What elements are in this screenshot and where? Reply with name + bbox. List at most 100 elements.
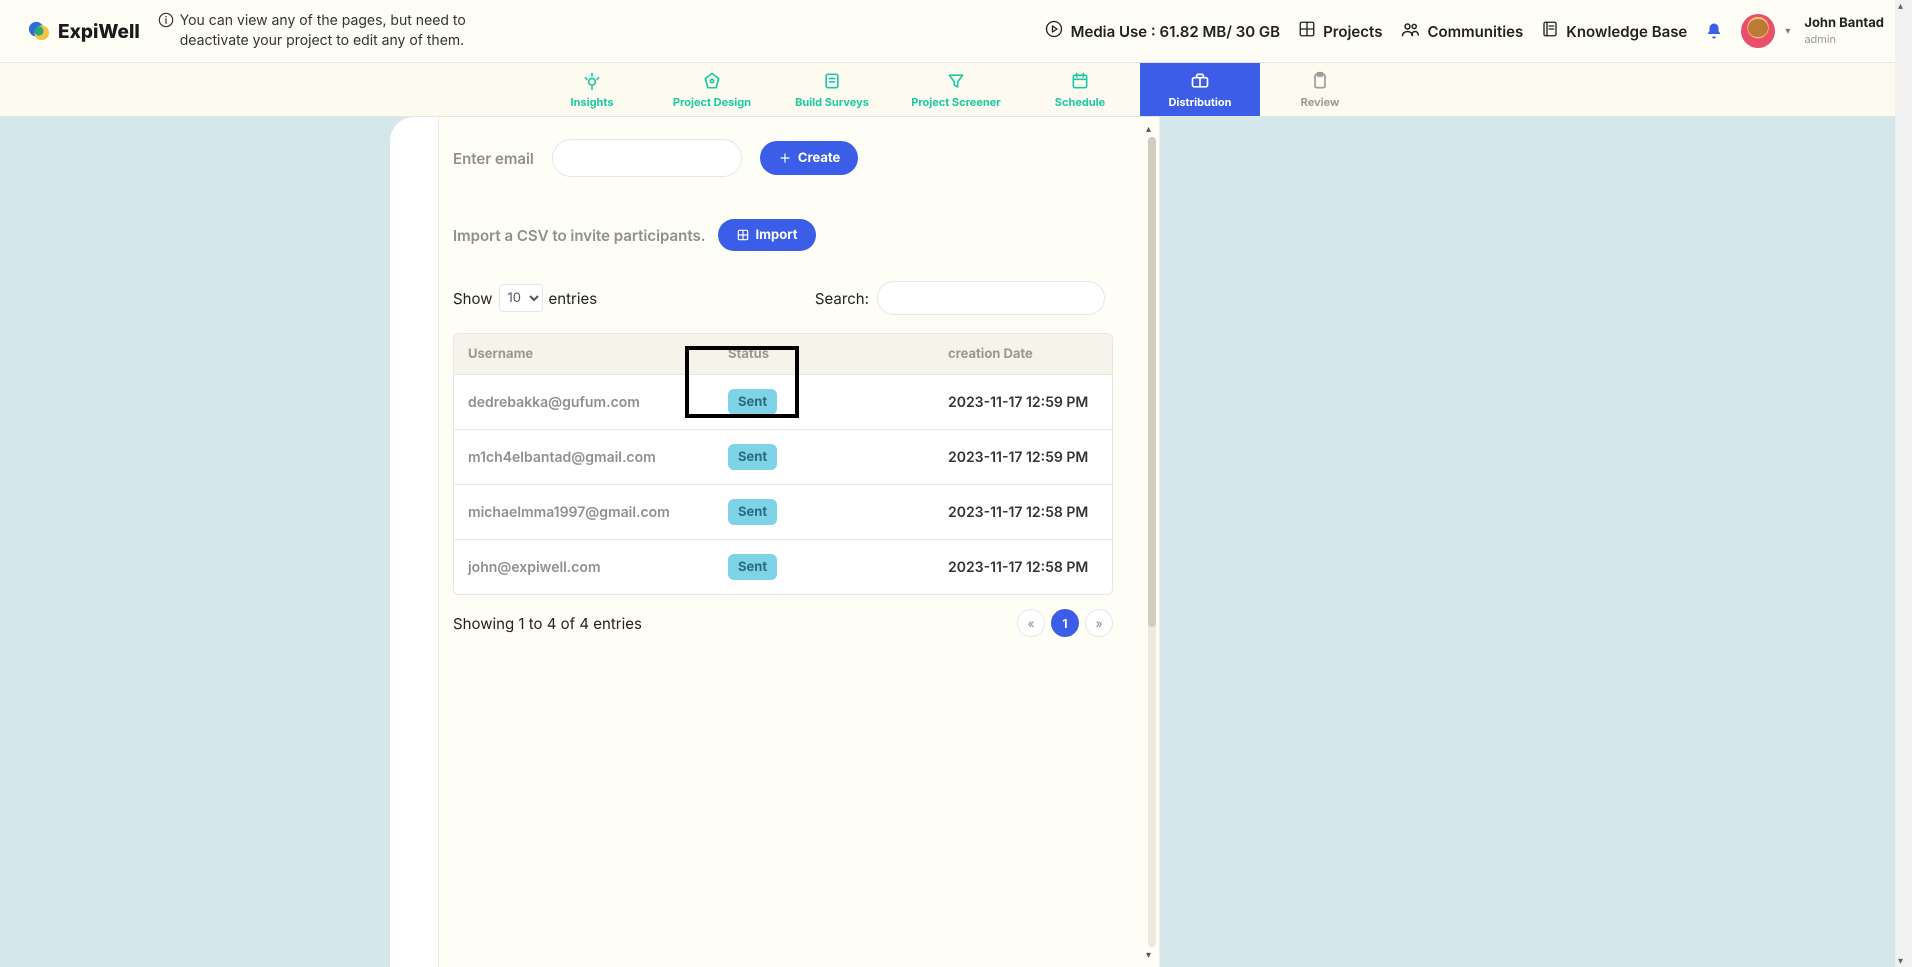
showing-text: Showing 1 to 4 of 4 entries xyxy=(453,614,642,633)
grid-icon xyxy=(1298,20,1316,42)
tab-project-screener[interactable]: Project Screener xyxy=(892,63,1020,116)
cell-username: michaelmma1997@gmail.com xyxy=(468,504,728,521)
table-row: m1ch4elbantad@gmail.com Sent 2023-11-17 … xyxy=(454,430,1112,485)
page-prev-button[interactable]: « xyxy=(1017,609,1045,637)
cell-date: 2023-11-17 12:59 PM xyxy=(908,394,1098,411)
media-use-label: Media Use : 61.82 MB/ 30 GB xyxy=(1071,22,1280,41)
search-input[interactable] xyxy=(877,281,1105,315)
cell-status: Sent xyxy=(728,444,908,470)
table-row: dedrebakka@gufum.com Sent 2023-11-17 12:… xyxy=(454,375,1112,430)
tab-schedule[interactable]: Schedule xyxy=(1020,63,1140,116)
table-row: michaelmma1997@gmail.com Sent 2023-11-17… xyxy=(454,485,1112,540)
info-icon xyxy=(158,12,174,34)
table-icon xyxy=(736,228,750,242)
cell-date: 2023-11-17 12:58 PM xyxy=(908,504,1098,521)
create-button[interactable]: Create xyxy=(760,141,858,175)
tab-distribution[interactable]: Distribution xyxy=(1140,63,1260,116)
chevron-down-icon: ▾ xyxy=(1785,25,1790,37)
plus-icon xyxy=(778,151,792,165)
info-banner-text: You can view any of the pages, but need … xyxy=(180,11,498,52)
book-icon xyxy=(1541,20,1559,42)
table-footer: Showing 1 to 4 of 4 entries « 1 » xyxy=(453,609,1113,637)
csv-label: Import a CSV to invite participants. xyxy=(453,226,706,245)
brand-name: ExpiWell xyxy=(58,20,140,43)
nav-projects[interactable]: Projects xyxy=(1298,20,1382,42)
nav-knowledge-base[interactable]: Knowledge Base xyxy=(1541,20,1687,42)
col-date[interactable]: creation Date xyxy=(908,346,1098,362)
col-status[interactable]: Status xyxy=(728,346,908,362)
nav-kb-label: Knowledge Base xyxy=(1566,22,1687,41)
user-menu[interactable]: ▾ John Bantad admin xyxy=(1741,14,1884,48)
col-username[interactable]: Username xyxy=(468,346,728,362)
media-use: Media Use : 61.82 MB/ 30 GB xyxy=(1045,20,1280,42)
status-badge: Sent xyxy=(728,554,777,580)
distribution-card: Enter email Create Import a CSV to invit… xyxy=(390,117,1160,967)
scroll-thumb[interactable] xyxy=(1148,137,1156,627)
project-tabs: Insights Project Design Build Surveys Pr… xyxy=(0,63,1912,117)
csv-row: Import a CSV to invite participants. Imp… xyxy=(439,219,1159,251)
pagination: « 1 » xyxy=(1017,609,1113,637)
tab-insights-label: Insights xyxy=(571,95,614,109)
page-next-button[interactable]: » xyxy=(1085,609,1113,637)
cell-date: 2023-11-17 12:59 PM xyxy=(908,449,1098,466)
tab-review[interactable]: Review xyxy=(1260,63,1380,116)
cell-username: m1ch4elbantad@gmail.com xyxy=(468,449,728,466)
scroll-down-icon: ▾ xyxy=(1146,949,1151,961)
import-button[interactable]: Import xyxy=(718,219,816,251)
tab-project-screener-label: Project Screener xyxy=(911,95,1001,109)
page-number-button[interactable]: 1 xyxy=(1051,609,1079,637)
page-body: Enter email Create Import a CSV to invit… xyxy=(0,117,1895,967)
create-button-label: Create xyxy=(798,150,840,166)
scroll-down-icon: ▾ xyxy=(1898,955,1903,967)
status-badge: Sent xyxy=(728,499,777,525)
import-button-label: Import xyxy=(756,227,798,243)
nav-communities-label: Communities xyxy=(1427,22,1523,41)
tab-review-label: Review xyxy=(1301,95,1340,109)
tab-build-surveys-label: Build Surveys xyxy=(795,95,869,109)
brand-logo[interactable]: ExpiWell xyxy=(28,20,140,43)
status-badge: Sent xyxy=(728,444,777,470)
table-row: john@expiwell.com Sent 2023-11-17 12:58 … xyxy=(454,540,1112,594)
nav-projects-label: Projects xyxy=(1323,22,1382,41)
enter-email-label: Enter email xyxy=(453,149,534,168)
tab-project-design[interactable]: Project Design xyxy=(652,63,772,116)
tab-schedule-label: Schedule xyxy=(1055,95,1105,109)
show-entries: Show 10 entries xyxy=(453,284,597,312)
panel-scrollbar[interactable]: ▴ ▾ xyxy=(1143,123,1159,961)
cell-status: Sent xyxy=(728,389,908,415)
show-label: Show xyxy=(453,289,493,308)
app-header: ExpiWell You can view any of the pages, … xyxy=(0,0,1912,63)
table-controls: Show 10 entries Search: xyxy=(439,281,1159,315)
enter-email-row: Enter email Create xyxy=(439,117,1159,177)
avatar xyxy=(1741,14,1775,48)
cell-date: 2023-11-17 12:58 PM xyxy=(908,559,1098,576)
notifications-button[interactable] xyxy=(1705,22,1723,40)
entries-label: entries xyxy=(549,289,598,308)
info-banner: You can view any of the pages, but need … xyxy=(158,11,498,52)
status-badge: Sent xyxy=(728,389,777,415)
card-inner: Enter email Create Import a CSV to invit… xyxy=(438,117,1160,967)
cell-username: dedrebakka@gufum.com xyxy=(468,394,728,411)
cell-username: john@expiwell.com xyxy=(468,559,728,576)
tab-project-design-label: Project Design xyxy=(673,95,751,109)
tab-distribution-label: Distribution xyxy=(1168,95,1231,109)
user-role: admin xyxy=(1804,32,1884,46)
search-wrap: Search: xyxy=(815,281,1105,315)
user-name: John Bantad xyxy=(1804,16,1884,32)
scroll-up-icon: ▴ xyxy=(1146,123,1151,135)
email-input[interactable] xyxy=(552,139,742,177)
cell-status: Sent xyxy=(728,554,908,580)
entries-select[interactable]: 10 xyxy=(499,284,543,312)
participants-table: Username Status creation Date dedrebakka… xyxy=(453,333,1113,595)
tab-build-surveys[interactable]: Build Surveys xyxy=(772,63,892,116)
table-header: Username Status creation Date xyxy=(454,334,1112,375)
window-scrollbar[interactable]: ▴ ▾ xyxy=(1895,0,1912,967)
tab-insights[interactable]: Insights xyxy=(532,63,652,116)
search-label: Search: xyxy=(815,289,869,308)
bell-icon xyxy=(1705,22,1723,40)
scroll-up-icon: ▴ xyxy=(1898,0,1903,12)
logo-icon xyxy=(28,20,50,42)
cell-status: Sent xyxy=(728,499,908,525)
users-icon xyxy=(1400,19,1420,43)
nav-communities[interactable]: Communities xyxy=(1400,19,1523,43)
